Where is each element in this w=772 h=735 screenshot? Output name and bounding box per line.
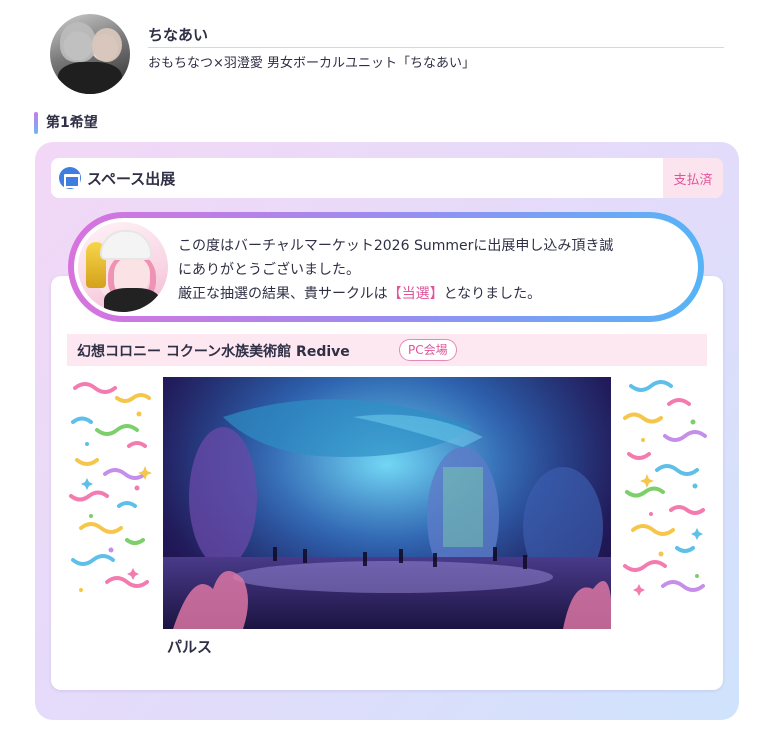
confetti-left-decoration [69, 382, 152, 592]
venue-preview-image[interactable] [163, 377, 611, 629]
avatar-name: パルス [167, 638, 213, 656]
message-line-3-prefix: 厳正な抽選の結果、貴サークルは [178, 286, 388, 302]
mascot-coat [104, 288, 160, 312]
mascot-hat [100, 230, 152, 260]
venue-tag: PC会場 [399, 339, 457, 361]
application-card: スペース出展 支払済 幻想コロニー コクーン水族美術館 Redive PC会場 [35, 142, 739, 720]
store-icon [59, 167, 81, 189]
message-line-3-suffix: となりました。 [443, 286, 542, 302]
space-exhibit-bar: スペース出展 支払済 [51, 158, 723, 198]
choice-heading: 第1希望 [34, 112, 98, 134]
avatar-figure-left [60, 22, 96, 62]
circle-profile: ちなあい おもちなつ×羽澄愛 男女ボーカルユニット「ちなあい」 [50, 14, 724, 94]
avatar-figure-right [92, 28, 122, 62]
circle-name: ちなあい [148, 26, 209, 44]
lottery-result: 【当選】 [387, 286, 444, 302]
message-line-3: 厳正な抽選の結果、貴サークルは【当選】となりました。 [178, 282, 698, 306]
confetti-right-decoration [623, 380, 707, 596]
world-title: 幻想コロニー コクーン水族美術館 Redive [77, 344, 350, 360]
world-title-bar: 幻想コロニー コクーン水族美術館 Redive PC会場 [67, 334, 707, 366]
space-exhibit-label: スペース出展 [87, 170, 176, 188]
profile-divider [148, 47, 724, 48]
mascot-avatar [78, 222, 168, 312]
result-message: この度はバーチャルマーケット2026 Summerに出展申し込み頂き誠 にありが… [178, 234, 698, 306]
circle-description: おもちなつ×羽澄愛 男女ボーカルユニット「ちなあい」 [148, 56, 476, 71]
mascot-face [114, 256, 150, 290]
avatar-clothing [58, 62, 122, 94]
result-panel: 幻想コロニー コクーン水族美術館 Redive PC会場 パルス [51, 276, 723, 690]
message-line-2: にありがとうございました。 [178, 262, 360, 278]
result-message-bubble: この度はバーチャルマーケット2026 Summerに出展申し込み頂き誠 にありが… [68, 212, 704, 322]
message-line-1: この度はバーチャルマーケット2026 Summerに出展申し込み頂き誠 [178, 238, 614, 254]
payment-status-badge: 支払済 [663, 158, 723, 198]
circle-avatar[interactable] [50, 14, 130, 94]
